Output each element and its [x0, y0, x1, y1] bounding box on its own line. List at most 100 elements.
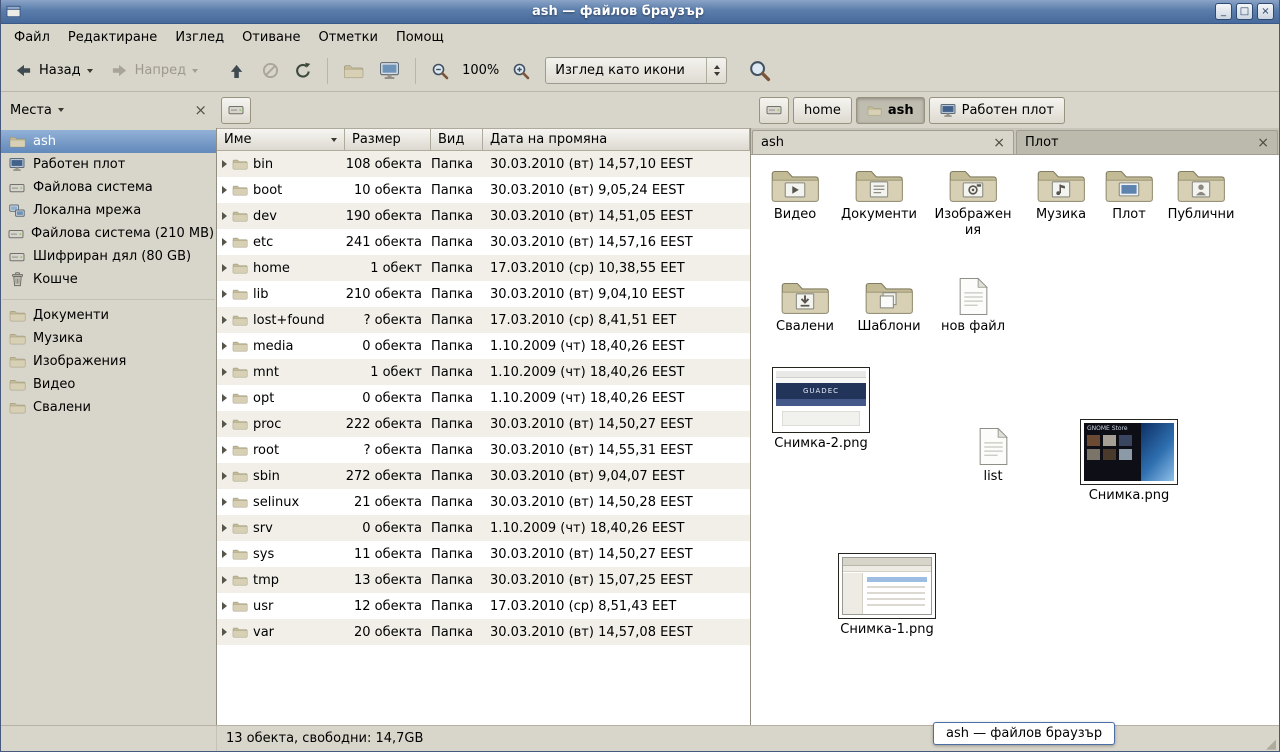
file-list[interactable]: bin108 обектаПапка30.03.2010 (вт) 14,57,… [217, 151, 750, 725]
expander-icon[interactable] [222, 238, 227, 246]
maximize-button[interactable]: □ [1236, 3, 1253, 20]
pathbar-button-desktop[interactable]: Работен плот [929, 97, 1065, 124]
table-row[interactable]: tmp13 обектаПапка30.03.2010 (вт) 15,07,2… [217, 567, 750, 593]
expander-icon[interactable] [222, 524, 227, 532]
table-row[interactable]: bin108 обектаПапка30.03.2010 (вт) 14,57,… [217, 151, 750, 177]
minimize-button[interactable]: _ [1215, 3, 1232, 20]
column-header-size[interactable]: Размер [345, 128, 431, 151]
table-row[interactable]: proc222 обектаПапка30.03.2010 (вт) 14,50… [217, 411, 750, 437]
table-row[interactable]: var20 обектаПапка30.03.2010 (вт) 14,57,0… [217, 619, 750, 645]
expander-icon[interactable] [222, 342, 227, 350]
file-icon-snimka1[interactable]: Снимка-1.png [835, 553, 939, 638]
table-row[interactable]: selinux21 обектаПапка30.03.2010 (вт) 14,… [217, 489, 750, 515]
menu-edit[interactable]: Редактиране [59, 24, 166, 50]
file-icon-list[interactable]: list [951, 427, 1035, 485]
table-row[interactable]: sbin272 обектаПапка30.03.2010 (вт) 9,04,… [217, 463, 750, 489]
zoom-in-button[interactable] [506, 57, 536, 85]
tab-ash[interactable]: ash× [752, 130, 1014, 154]
table-row[interactable]: srv0 обектаПапка1.10.2009 (чт) 18,40,26 … [217, 515, 750, 541]
file-icon-new-file[interactable]: нов файл [931, 277, 1015, 335]
table-row[interactable]: media0 обектаПапка1.10.2009 (чт) 18,40,2… [217, 333, 750, 359]
forward-button[interactable]: Напред [103, 57, 205, 84]
table-row[interactable]: sys11 обектаПапка30.03.2010 (вт) 14,50,2… [217, 541, 750, 567]
sidebar-item-trash[interactable]: Кошче [1, 268, 216, 291]
pathbar-button-home[interactable]: home [793, 97, 852, 124]
sidebar-item-ash[interactable]: ash [1, 130, 216, 153]
places-dropdown-icon[interactable] [58, 108, 64, 112]
file-icon-images[interactable]: Изображения [931, 165, 1015, 238]
back-button[interactable]: Назад [7, 57, 100, 84]
table-row[interactable]: mnt1 обектПапка1.10.2009 (чт) 18,40,26 E… [217, 359, 750, 385]
pathbar-button-root[interactable] [759, 97, 789, 124]
sidebar-item-filesystem-210[interactable]: Файлова система (210 MB) [1, 222, 216, 245]
reload-button[interactable] [288, 57, 318, 85]
column-header-name[interactable]: Име [217, 128, 345, 151]
table-row[interactable]: lost+found? обектаПапка17.03.2010 (ср) 8… [217, 307, 750, 333]
expander-icon[interactable] [222, 186, 227, 194]
pathbar-button-ash[interactable]: ash [856, 97, 925, 124]
sidebar-item-desktop[interactable]: Работен плот [1, 153, 216, 176]
expander-icon[interactable] [222, 316, 227, 324]
sidebar-item-downloads[interactable]: Свалени [1, 396, 216, 419]
column-header-type[interactable]: Вид [431, 128, 483, 151]
table-row[interactable]: usr12 обектаПапка17.03.2010 (ср) 8,51,43… [217, 593, 750, 619]
expander-icon[interactable] [222, 498, 227, 506]
home-button[interactable] [337, 58, 370, 84]
expander-icon[interactable] [222, 472, 227, 480]
file-icon-public[interactable]: Публични [1159, 165, 1243, 223]
table-row[interactable]: dev190 обектаПапка30.03.2010 (вт) 14,51,… [217, 203, 750, 229]
stop-button[interactable] [256, 57, 285, 84]
expander-icon[interactable] [222, 160, 227, 168]
file-icon-downloads[interactable]: Свалени [763, 277, 847, 335]
table-row[interactable]: opt0 обектаПапка1.10.2009 (чт) 18,40,26 … [217, 385, 750, 411]
menu-view[interactable]: Изглед [166, 24, 233, 50]
expander-icon[interactable] [222, 264, 227, 272]
expander-icon[interactable] [222, 290, 227, 298]
sidebar-item-filesystem[interactable]: Файлова система [1, 176, 216, 199]
computer-button[interactable] [373, 55, 406, 86]
sidebar-item-video[interactable]: Видео [1, 373, 216, 396]
expander-icon[interactable] [222, 446, 227, 454]
search-button[interactable] [742, 54, 777, 87]
table-row[interactable]: etc241 обектаПапка30.03.2010 (вт) 14,57,… [217, 229, 750, 255]
tab-close-icon[interactable]: × [1257, 136, 1269, 150]
menu-bookmarks[interactable]: Отметки [309, 24, 386, 50]
expander-icon[interactable] [222, 576, 227, 584]
sidebar-item-music[interactable]: Музика [1, 327, 216, 350]
tree-pathbar-root-button[interactable] [221, 97, 251, 124]
file-icon-documents[interactable]: Документи [837, 165, 921, 223]
menu-go[interactable]: Отиване [233, 24, 309, 50]
back-history-dropdown-icon[interactable] [87, 69, 93, 73]
expander-icon[interactable] [222, 368, 227, 376]
titlebar[interactable]: ash — файлов браузър _ □ × [1, 0, 1279, 24]
file-icon-snimka[interactable]: GNOME StoreСнимка.png [1077, 419, 1181, 504]
column-header-modified[interactable]: Дата на промяна [483, 128, 750, 151]
places-title[interactable]: Места [10, 103, 52, 118]
expander-icon[interactable] [222, 550, 227, 558]
file-icon-snimka2[interactable]: GUADECСнимка-2.png [769, 367, 873, 452]
menu-help[interactable]: Помощ [387, 24, 453, 50]
tab-close-icon[interactable]: × [993, 136, 1005, 150]
tab-plot[interactable]: Плот× [1016, 130, 1278, 154]
table-row[interactable]: lib210 обектаПапка30.03.2010 (вт) 9,04,1… [217, 281, 750, 307]
table-row[interactable]: root? обектаПапка30.03.2010 (вт) 14,55,3… [217, 437, 750, 463]
file-icon-templates[interactable]: Шаблони [847, 277, 931, 335]
resize-grip[interactable]: ◢ [1266, 738, 1276, 751]
expander-icon[interactable] [222, 394, 227, 402]
places-close-icon[interactable]: × [194, 103, 207, 118]
sidebar-item-pictures[interactable]: Изображения [1, 350, 216, 373]
table-row[interactable]: boot10 обектаПапка30.03.2010 (вт) 9,05,2… [217, 177, 750, 203]
expander-icon[interactable] [222, 602, 227, 610]
sidebar-item-encrypted-80[interactable]: Шифриран дял (80 GB) [1, 245, 216, 268]
sidebar-item-documents[interactable]: Документи [1, 304, 216, 327]
table-row[interactable]: home1 обектПапка17.03.2010 (ср) 10,38,55… [217, 255, 750, 281]
view-selector[interactable]: Изглед като икони [545, 57, 727, 84]
zoom-out-button[interactable] [425, 57, 455, 85]
forward-history-dropdown-icon[interactable] [192, 69, 198, 73]
menu-file[interactable]: Файл [5, 24, 59, 50]
expander-icon[interactable] [222, 212, 227, 220]
up-button[interactable] [222, 57, 253, 84]
expander-icon[interactable] [222, 628, 227, 636]
icon-view-canvas[interactable]: ВидеоДокументиИзображенияМузикаПлотПубли… [751, 155, 1279, 725]
file-icon-video[interactable]: Видео [753, 165, 837, 223]
